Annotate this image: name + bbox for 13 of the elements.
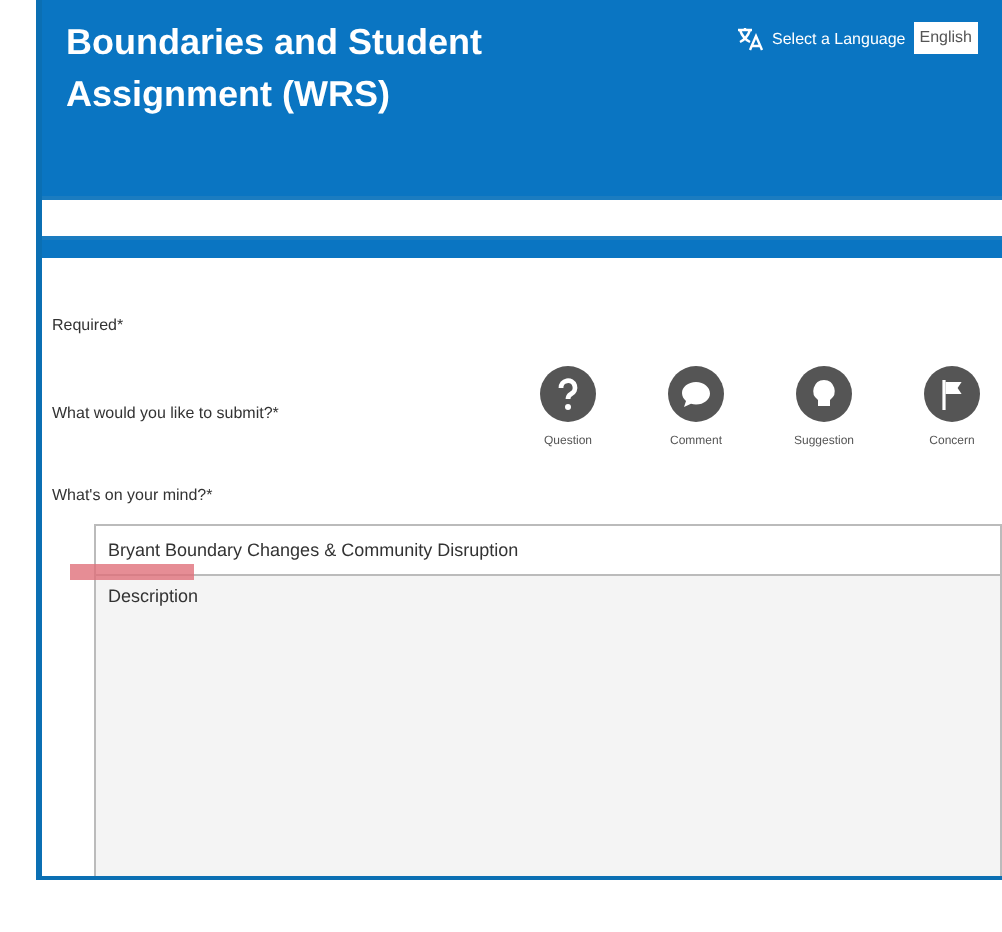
mind-label: What's on your mind?* — [52, 484, 215, 508]
description-field[interactable]: Description — [94, 576, 1002, 876]
flag-icon — [924, 366, 980, 422]
submit-type-label: What would you like to submit?* — [52, 402, 281, 426]
translate-icon — [736, 26, 765, 52]
page-title: Boundaries and Student Assignment (WRS) — [66, 20, 485, 118]
title-field[interactable]: Bryant Boundary Changes & Community Disruption — [94, 524, 1002, 576]
lightbulb-icon — [796, 366, 852, 422]
speech-bubble-icon — [668, 366, 724, 422]
language-select[interactable]: English — [913, 22, 978, 54]
language-label: Select a Language — [772, 28, 906, 52]
question-icon — [540, 366, 596, 422]
required-note: Required* — [52, 314, 126, 338]
